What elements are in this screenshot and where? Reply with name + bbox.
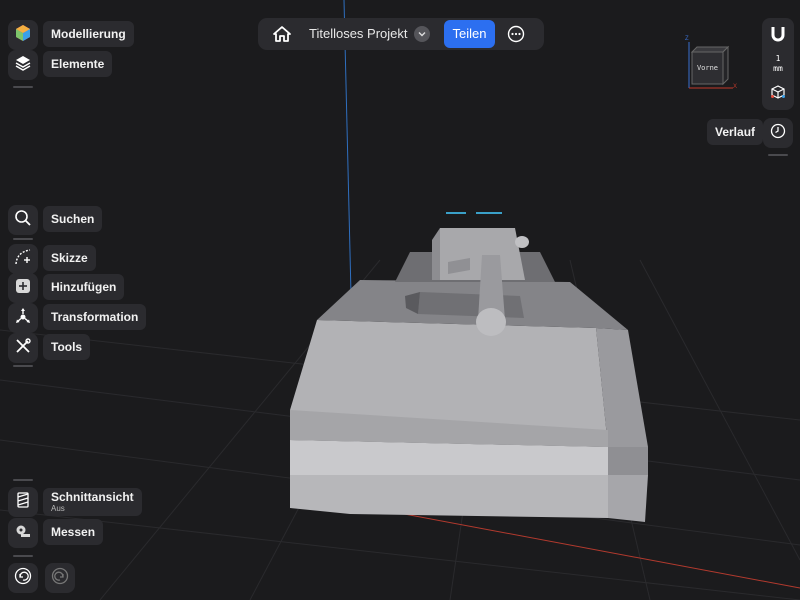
modeling-icon — [14, 24, 32, 47]
measure-icon — [14, 522, 32, 545]
measure-label[interactable]: Messen — [43, 519, 104, 545]
transform-button[interactable] — [8, 303, 38, 333]
top-bar: Titelloses Projekt Teilen — [258, 18, 544, 50]
search-button[interactable] — [8, 205, 38, 235]
tools-icon — [14, 337, 32, 360]
magnet-icon[interactable] — [769, 25, 787, 48]
modeling-button[interactable] — [8, 20, 38, 50]
history-label[interactable]: Verlauf — [707, 119, 764, 145]
undo-button[interactable] — [8, 563, 38, 593]
tools-label[interactable]: Tools — [43, 334, 91, 360]
redo-button[interactable] — [45, 563, 75, 593]
view-cube[interactable]: Z X Vorne — [683, 36, 741, 95]
modeling-label[interactable]: Modellierung — [43, 21, 134, 47]
snap-toolbar: 1 mm — [762, 18, 794, 110]
elements-button[interactable] — [8, 50, 38, 80]
section-view-button[interactable] — [8, 487, 38, 517]
divider — [13, 479, 33, 481]
elements-label[interactable]: Elemente — [43, 51, 113, 77]
section-view-label-group[interactable]: Schnittansicht Aus — [43, 488, 142, 516]
history-button[interactable] — [763, 118, 793, 148]
view-cube-face-label: Vorne — [696, 64, 719, 72]
search-icon — [14, 209, 32, 232]
section-view-label: Schnittansicht — [51, 490, 134, 504]
clock-icon — [770, 123, 786, 144]
add-label[interactable]: Hinzufügen — [43, 274, 125, 300]
divider — [13, 238, 33, 240]
share-button[interactable]: Teilen — [444, 20, 495, 48]
chevron-down-icon[interactable] — [414, 26, 430, 42]
divider — [13, 86, 33, 88]
unit-value[interactable]: 1 — [762, 54, 794, 63]
add-button[interactable] — [8, 273, 38, 303]
search-label[interactable]: Suchen — [43, 206, 103, 232]
transform-icon — [14, 307, 32, 330]
section-view-icon — [14, 491, 32, 514]
more-icon[interactable] — [507, 25, 525, 43]
tools-button[interactable] — [8, 333, 38, 363]
sketch-label[interactable]: Skizze — [43, 245, 96, 271]
divider — [13, 555, 33, 557]
add-icon — [14, 277, 32, 300]
divider — [768, 154, 788, 156]
cube-icon[interactable] — [770, 84, 786, 105]
layers-icon — [14, 54, 32, 77]
transform-label[interactable]: Transformation — [43, 304, 147, 330]
unit-label[interactable]: mm — [762, 64, 794, 73]
undo-icon — [14, 567, 32, 590]
sketch-button[interactable] — [8, 244, 38, 274]
redo-icon — [51, 567, 69, 590]
tank-model[interactable] — [290, 212, 648, 522]
home-icon[interactable] — [272, 24, 292, 44]
section-view-state: Aus — [51, 504, 65, 513]
project-title[interactable]: Titelloses Projekt — [309, 18, 408, 50]
measure-button[interactable] — [8, 518, 38, 548]
divider — [13, 365, 33, 367]
view-cube-x-label: X — [733, 84, 738, 90]
sketch-icon — [14, 248, 32, 271]
view-cube-z-label: Z — [685, 36, 689, 42]
